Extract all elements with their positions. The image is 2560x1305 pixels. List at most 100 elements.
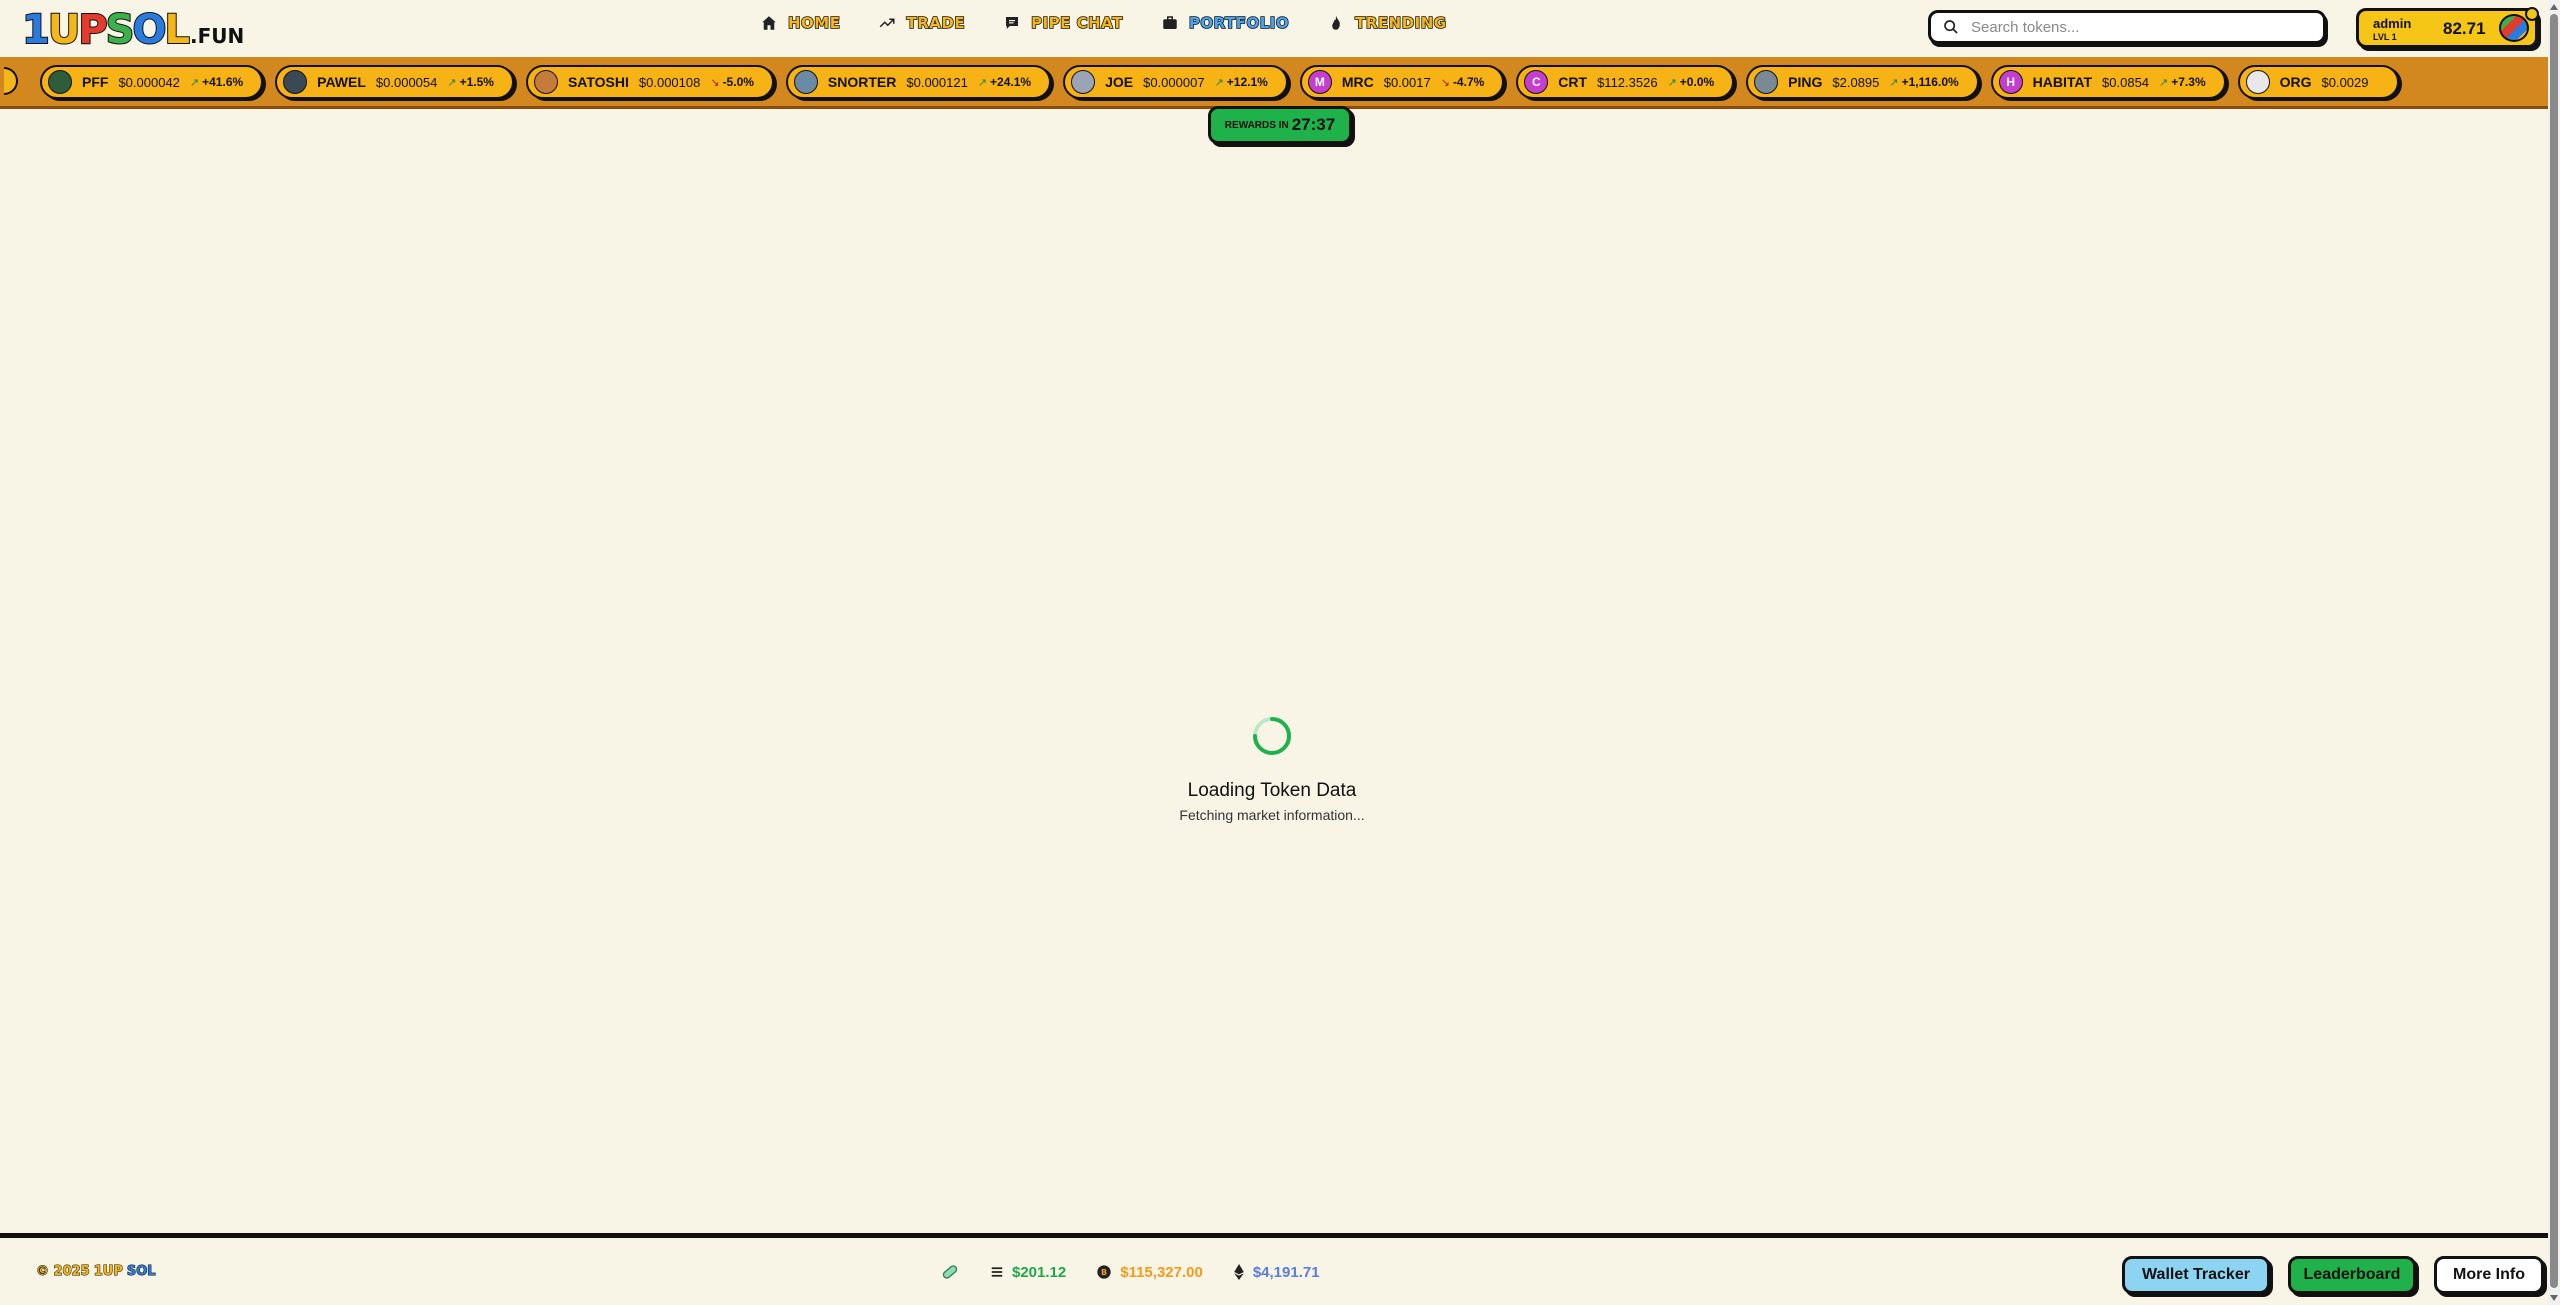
token-symbol: PAWEL bbox=[317, 74, 366, 90]
token-avatar bbox=[1071, 70, 1096, 94]
nav-trade[interactable]: TRADE bbox=[878, 13, 966, 33]
token-avatar bbox=[1754, 70, 1779, 94]
copyright-brand: SOL bbox=[126, 1264, 156, 1280]
token-change: -5.0% bbox=[722, 75, 754, 89]
token-symbol: MRC bbox=[1341, 74, 1374, 90]
nav-pipe-chat-label: PIPE CHAT bbox=[1030, 13, 1123, 33]
ticker-pill-ping[interactable]: PING $2.0895 ↗ +1,116.0% bbox=[1746, 65, 1979, 99]
token-symbol: JOE bbox=[1105, 74, 1134, 90]
token-avatar bbox=[2245, 70, 2270, 94]
loading-spinner-icon bbox=[1253, 717, 1291, 755]
search-input[interactable] bbox=[1969, 17, 2293, 37]
token-price: $0.000054 bbox=[375, 74, 438, 90]
token-change: +7.3% bbox=[2171, 75, 2206, 89]
token-avatar bbox=[533, 70, 558, 94]
leaderboard-button[interactable]: Leaderboard bbox=[2288, 1256, 2416, 1294]
logo-letter: S bbox=[105, 7, 136, 53]
copyright-year: © 2025 bbox=[36, 1264, 91, 1280]
token-avatar: H bbox=[1998, 70, 2023, 94]
token-avatar bbox=[793, 70, 818, 94]
trend-up-icon: ↗ bbox=[1667, 76, 1677, 89]
token-avatar bbox=[48, 70, 72, 94]
ethereum-icon bbox=[1234, 1264, 1244, 1280]
ticker-pill-pawel[interactable]: PAWEL $0.000054 ↗ +1.5% bbox=[275, 65, 514, 99]
ticker-pill-satoshi[interactable]: SATOSHI $0.000108 ↘ -5.0% bbox=[525, 65, 774, 99]
loading-title: Loading Token Data bbox=[1187, 780, 1357, 801]
token-change: +1,116.0% bbox=[1901, 75, 1959, 89]
solana-icon bbox=[991, 1267, 1003, 1277]
search-box[interactable] bbox=[1928, 10, 2326, 44]
ticker-pill-joe[interactable]: JOE $0.000007 ↗ +12.1% bbox=[1063, 65, 1288, 99]
account-level: LVL 1 bbox=[2373, 32, 2397, 42]
scroll-down-arrow-icon[interactable] bbox=[2550, 1295, 2558, 1301]
nav-portfolio[interactable]: PORTFOLIO bbox=[1161, 13, 1290, 33]
ticker-pill-habitat[interactable]: H HABITAT $0.0854 ↗ +7.3% bbox=[1990, 65, 2226, 99]
token-price: $112.3526 bbox=[1597, 74, 1658, 90]
home-icon bbox=[762, 16, 776, 30]
chat-icon bbox=[1006, 17, 1019, 29]
trend-down-icon: ↘ bbox=[1440, 76, 1450, 89]
account-username: admin bbox=[2373, 16, 2412, 31]
token-change: +0.0% bbox=[1679, 75, 1715, 89]
notification-dot bbox=[2525, 7, 2539, 21]
ticker-pill-snorter[interactable]: SNORTER $0.000121 ↗ +24.1% bbox=[785, 65, 1052, 99]
price-btc-value: $115,327.00 bbox=[1120, 1263, 1203, 1281]
nav-home-label: HOME bbox=[787, 13, 841, 33]
logo-letter: L bbox=[164, 7, 191, 53]
copyright-brand: 1UP bbox=[93, 1264, 123, 1280]
token-price: $0.0029 bbox=[2321, 74, 2369, 90]
account-widget[interactable]: admin LVL 1 82.71 bbox=[2356, 7, 2539, 48]
token-symbol: CRT bbox=[1558, 74, 1588, 90]
ticker-pill-pff[interactable]: PFF $0.000042 ↗ +41.6% bbox=[40, 65, 264, 99]
copyright: © 2025 1UP SOL bbox=[36, 1264, 157, 1280]
nav-pipe-chat[interactable]: PIPE CHAT bbox=[1003, 13, 1123, 33]
site-logo[interactable]: 1 U P S O L .FUN bbox=[21, 4, 244, 53]
nav-trending[interactable]: TRENDING bbox=[1327, 13, 1447, 33]
nav-trending-label: TRENDING bbox=[1354, 13, 1447, 33]
ticker-edge-pill bbox=[4, 67, 18, 95]
nav-portfolio-label: PORTFOLIO bbox=[1188, 13, 1290, 33]
rewards-timer: 27:37 bbox=[1291, 115, 1336, 134]
pill-capsule-icon[interactable] bbox=[940, 1262, 960, 1282]
nav-trade-label: TRADE bbox=[906, 13, 966, 33]
logo-letter: U bbox=[47, 7, 82, 53]
page-scrollbar[interactable] bbox=[2548, 0, 2560, 1305]
token-symbol: SNORTER bbox=[827, 74, 897, 90]
loading-subtitle: Fetching market information... bbox=[1179, 807, 1365, 823]
briefcase-icon bbox=[1163, 16, 1177, 29]
token-change: +41.6% bbox=[202, 75, 244, 89]
nav-home[interactable]: HOME bbox=[760, 13, 841, 33]
token-symbol: PFF bbox=[82, 74, 109, 90]
logo-letter: P bbox=[77, 7, 108, 53]
logo-letter: O bbox=[131, 7, 167, 53]
ticker-pill-crt[interactable]: C CRT $112.3526 ↗ +0.0% bbox=[1516, 65, 1735, 99]
token-price: $0.000121 bbox=[906, 74, 968, 90]
token-avatar: C bbox=[1524, 70, 1549, 94]
token-price: $2.0895 bbox=[1832, 74, 1880, 90]
token-price: $0.000007 bbox=[1143, 74, 1205, 90]
bitcoin-icon: B bbox=[1097, 1265, 1111, 1279]
more-info-button[interactable]: More Info bbox=[2434, 1256, 2544, 1294]
ticker-pill-org[interactable]: ORG $0.0029 bbox=[2237, 65, 2399, 99]
trend-up-icon bbox=[880, 18, 895, 28]
token-symbol: ORG bbox=[2279, 74, 2312, 90]
price-sol-value: $201.12 bbox=[1012, 1263, 1067, 1281]
rewards-label: REWARDS IN bbox=[1224, 119, 1289, 131]
ticker-pill-mrc[interactable]: M MRC $0.0017 ↘ -4.7% bbox=[1299, 65, 1505, 99]
token-change: +12.1% bbox=[1226, 75, 1268, 89]
token-change: +24.1% bbox=[990, 75, 1032, 89]
scroll-up-arrow-icon[interactable] bbox=[2550, 4, 2558, 10]
logo-letter: 1 bbox=[21, 7, 51, 53]
price-sol: $201.12 bbox=[990, 1264, 1066, 1281]
trend-up-icon: ↗ bbox=[1889, 76, 1899, 89]
avatar[interactable] bbox=[2499, 14, 2529, 42]
token-symbol: SATOSHI bbox=[567, 74, 629, 90]
token-change: +1.5% bbox=[459, 75, 494, 89]
scrollbar-thumb[interactable] bbox=[2550, 14, 2558, 1288]
svg-text:B: B bbox=[1101, 1268, 1107, 1277]
price-eth: $4,191.71 bbox=[1233, 1264, 1320, 1281]
main-nav: HOME TRADE PIPE CHAT PORTFOLIO TRENDING bbox=[760, 13, 1447, 33]
trend-up-icon: ↗ bbox=[1214, 76, 1224, 89]
trend-up-icon: ↗ bbox=[447, 76, 457, 89]
wallet-tracker-button[interactable]: Wallet Tracker bbox=[2122, 1256, 2270, 1294]
